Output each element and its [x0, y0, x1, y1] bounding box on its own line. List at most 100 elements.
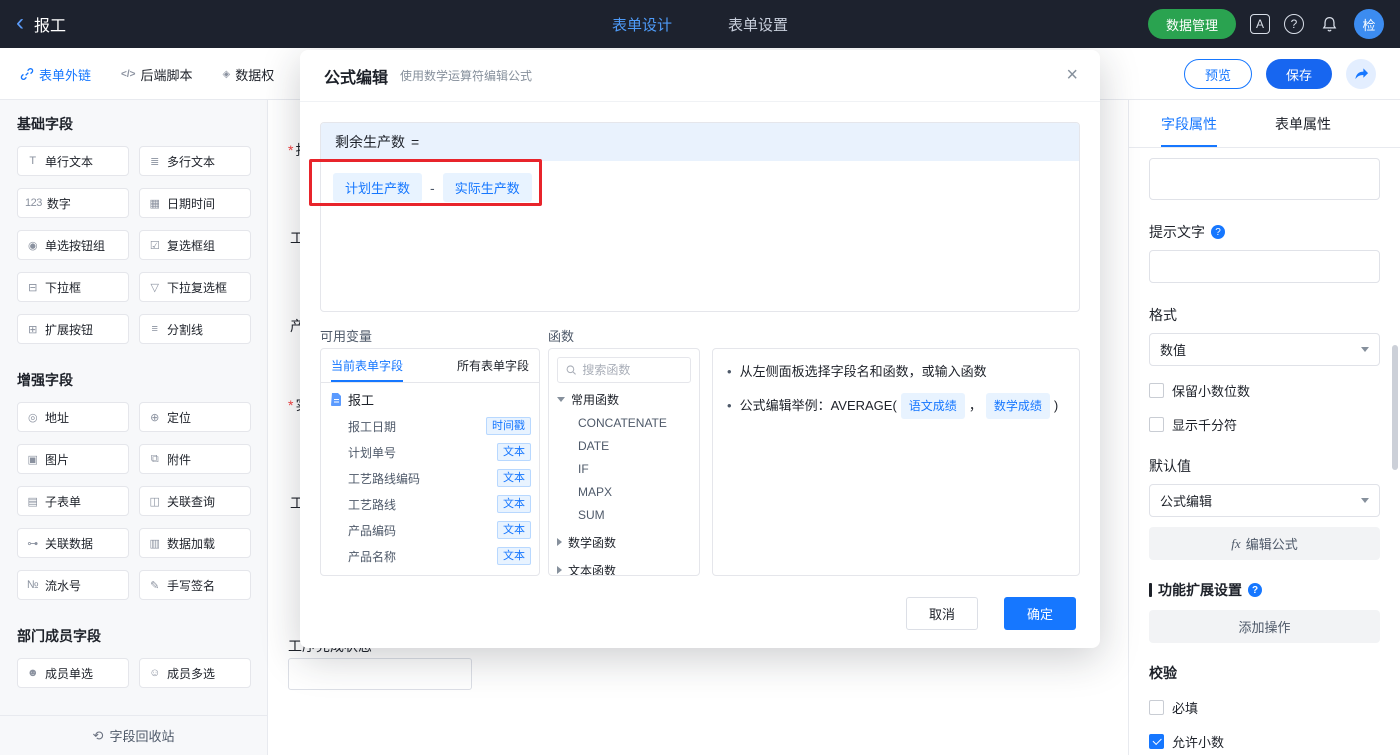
tab-form-settings[interactable]: 表单设置	[728, 14, 788, 35]
field-item-member-single[interactable]: ☻ 成员单选	[17, 658, 129, 688]
formula-operand-chip[interactable]: 计划生产数	[333, 173, 423, 202]
bell-icon[interactable]	[1318, 13, 1340, 35]
field-item-location[interactable]: ⊕ 定位	[139, 402, 251, 432]
share-button[interactable]	[1346, 59, 1376, 89]
back-icon[interactable]: ‹	[16, 10, 24, 35]
field-item-image[interactable]: ▣ 图片	[17, 444, 129, 474]
field-item-data-load[interactable]: ▥ 数据加载	[139, 528, 251, 558]
preview-button[interactable]: 预览	[1183, 59, 1252, 89]
language-icon[interactable]: A	[1250, 14, 1270, 34]
formula-operand-chip[interactable]: 实际生产数	[442, 173, 532, 202]
field-item-related-data[interactable]: ⊶ 关联数据	[17, 528, 129, 558]
function-group-text[interactable]: 文本函数	[557, 558, 691, 576]
data-permission-button[interactable]: ◈ 数据权	[223, 65, 275, 84]
field-item-datetime[interactable]: ▦ 日期时间	[139, 188, 251, 218]
variable-row[interactable]: 产品名称 文本	[321, 543, 539, 569]
tab-all-form-fields[interactable]: 所有表单字段	[457, 349, 529, 382]
function-search[interactable]	[557, 357, 691, 383]
field-item-sub-form[interactable]: ▤ 子表单	[17, 486, 129, 516]
help-badge-icon[interactable]: ?	[1211, 225, 1225, 239]
hint-text-input[interactable]	[1149, 250, 1380, 283]
process-status-input[interactable]	[288, 658, 472, 690]
field-item-number[interactable]: 123 数字	[17, 188, 129, 218]
thousand-separator-checkbox[interactable]	[1149, 416, 1164, 432]
help-icon[interactable]: ?	[1284, 14, 1304, 34]
field-label: 扩展按钮	[45, 322, 94, 337]
variable-type-tag: 文本	[497, 521, 531, 539]
related-data-icon: ⊶	[27, 537, 38, 550]
tab-field-properties[interactable]: 字段属性	[1161, 114, 1217, 147]
backend-script-button[interactable]: </> 后端脚本	[121, 65, 192, 84]
tab-form-properties[interactable]: 表单属性	[1275, 114, 1331, 147]
section-member-fields: 部门成员字段 ☻ 成员单选 ☺ 成员多选	[0, 626, 267, 688]
confirm-button[interactable]: 确定	[1004, 597, 1076, 630]
calendar-icon: ▦	[149, 197, 160, 210]
form-external-link-button[interactable]: 表单外链	[20, 65, 91, 84]
function-group-common[interactable]: 常用函数	[557, 387, 691, 411]
recycle-label: 字段回收站	[109, 729, 175, 744]
field-item-select[interactable]: ⊟ 下拉框	[17, 272, 129, 302]
function-item[interactable]: SUM	[557, 503, 691, 526]
variables-root-node[interactable]: 报工	[321, 385, 539, 413]
avatar[interactable]: 检	[1354, 9, 1384, 39]
variable-row[interactable]: 计划单号 文本	[321, 439, 539, 465]
required-checkbox-row[interactable]: 必填	[1149, 697, 1380, 717]
cancel-button[interactable]: 取消	[906, 597, 978, 630]
function-group-math[interactable]: 数学函数	[557, 530, 691, 554]
toolbar-actions: 预览 保存	[1183, 59, 1376, 89]
formula-editor[interactable]: 剩余生产数 = 计划生产数 - 实际生产数	[320, 122, 1080, 312]
function-item[interactable]: MAPX	[557, 480, 691, 503]
help-badge-icon[interactable]: ?	[1248, 583, 1262, 597]
field-item-single-line-text[interactable]: T 单行文本	[17, 146, 129, 176]
function-group-label: 文本函数	[568, 563, 617, 576]
field-item-related-query[interactable]: ◫ 关联查询	[139, 486, 251, 516]
formula-expression[interactable]: 计划生产数 - 实际生产数	[321, 161, 1079, 214]
field-item-multi-select[interactable]: ▽ 下拉复选框	[139, 272, 251, 302]
format-select[interactable]: 数值	[1149, 333, 1380, 366]
field-label: 定位	[167, 410, 192, 425]
function-item[interactable]: IF	[557, 457, 691, 480]
thousand-separator-checkbox-row[interactable]: 显示千分符	[1149, 414, 1380, 434]
field-title-input[interactable]	[1149, 158, 1380, 200]
field-item-radio-group[interactable]: ◉ 单选按钮组	[17, 230, 129, 260]
tab-current-form-fields[interactable]: 当前表单字段	[331, 349, 404, 382]
allow-decimal-checkbox[interactable]	[1149, 733, 1164, 749]
keep-decimal-checkbox[interactable]	[1149, 382, 1164, 398]
field-item-address[interactable]: ◎ 地址	[17, 402, 129, 432]
field-item-extend-button[interactable]: ⊞ 扩展按钮	[17, 314, 129, 344]
scrollbar-thumb[interactable]	[1392, 345, 1398, 470]
function-search-input[interactable]	[582, 363, 682, 377]
field-grid: ◎ 地址 ⊕ 定位 ▣ 图片 ⧉ 附件 ▤ 子表单 ◫ 关联查询 ⊶ 关联数据 ▥ 数据加载 №…	[17, 402, 251, 600]
tip-text: 从左侧面板选择字段名和函数，或输入函数	[739, 364, 987, 379]
variable-row[interactable]: 工艺路线编码 文本	[321, 465, 539, 491]
field-item-checkbox-group[interactable]: ☑ 复选框组	[139, 230, 251, 260]
field-item-serial-number[interactable]: № 流水号	[17, 570, 129, 600]
variable-row[interactable]: 产品编码 文本	[321, 517, 539, 543]
field-item-divider[interactable]: ≡ 分割线	[139, 314, 251, 344]
function-item[interactable]: CONCATENATE	[557, 411, 691, 434]
data-manage-button[interactable]: 数据管理	[1147, 9, 1236, 39]
save-button[interactable]: 保存	[1265, 59, 1332, 89]
field-sidebar: 基础字段 T 单行文本 ≣ 多行文本 123 数字 ▦ 日期时间 ◉ 单选按钮组 ☑ 复选框…	[0, 100, 268, 755]
field-recycle-bin[interactable]: ⟲ 字段回收站	[0, 715, 267, 755]
edit-formula-button[interactable]: fx 编辑公式	[1149, 527, 1380, 560]
variable-row[interactable]: 工艺路线 文本	[321, 491, 539, 517]
close-icon[interactable]: ×	[1066, 65, 1078, 85]
variable-row[interactable]: 报工日期 时间戳	[321, 413, 539, 439]
keep-decimal-checkbox-row[interactable]: 保留小数位数	[1149, 380, 1380, 400]
chevron-down-icon	[557, 396, 565, 402]
required-checkbox[interactable]	[1149, 699, 1164, 715]
tab-form-design[interactable]: 表单设计	[612, 14, 672, 35]
field-item-multi-line-text[interactable]: ≣ 多行文本	[139, 146, 251, 176]
field-item-attachment[interactable]: ⧉ 附件	[139, 444, 251, 474]
field-item-signature[interactable]: ✎ 手写签名	[139, 570, 251, 600]
add-action-button[interactable]: 添加操作	[1149, 610, 1380, 643]
function-item[interactable]: DATE	[557, 434, 691, 457]
formula-edit-modal: 公式编辑 使用数学运算符编辑公式 × 剩余生产数 = 计划生产数 - 实际生产数…	[300, 50, 1100, 648]
field-item-member-multi[interactable]: ☺ 成员多选	[139, 658, 251, 688]
allow-decimal-checkbox-row[interactable]: 允许小数	[1149, 731, 1380, 751]
default-value-select[interactable]: 公式编辑	[1149, 484, 1380, 517]
field-label: 关联查询	[167, 494, 216, 509]
address-icon: ◎	[27, 411, 38, 424]
properties-content: 提示文字 ? 格式 数值 保留小数位数 显示千分符 默认值 公式编辑 fx 编辑…	[1129, 148, 1400, 755]
